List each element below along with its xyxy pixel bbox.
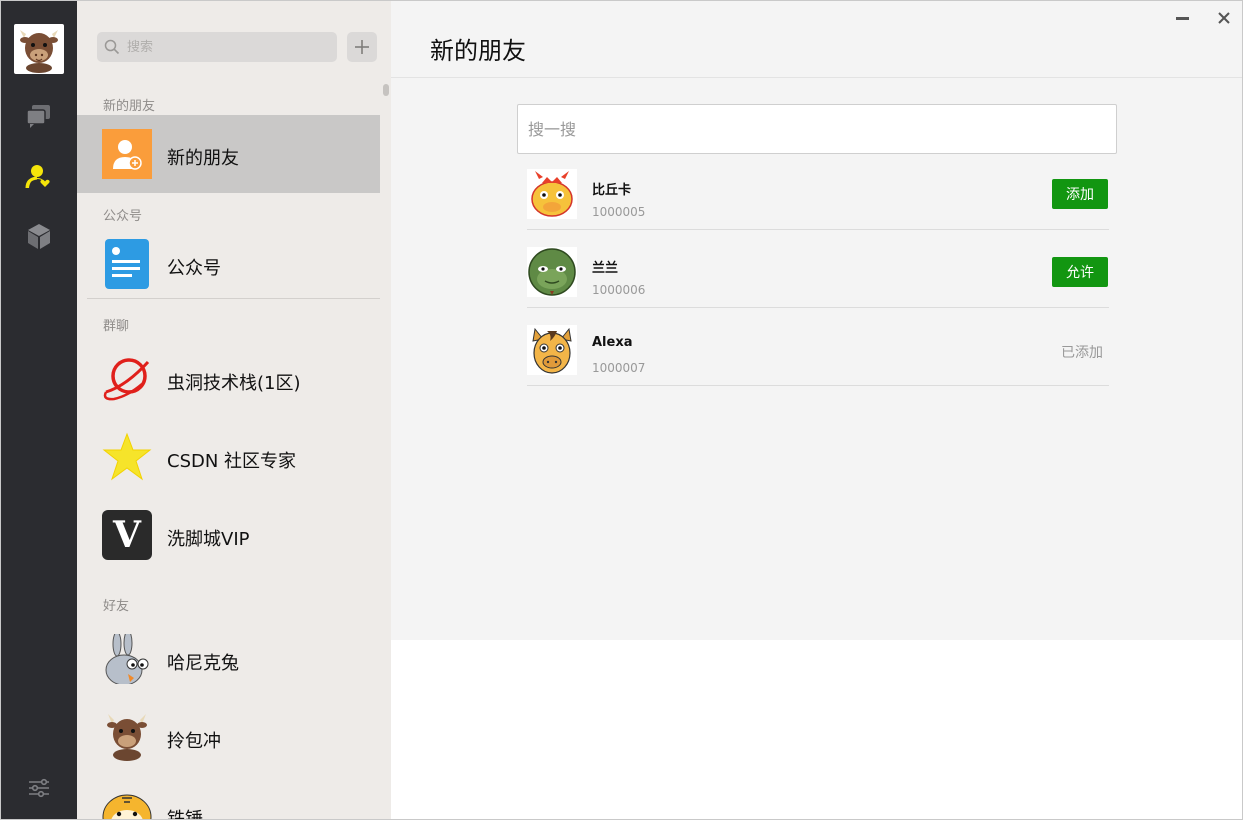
add-friend-button[interactable]: 添加: [1052, 179, 1108, 209]
turtle-avatar-icon: [528, 248, 576, 296]
friend-search-input[interactable]: [518, 105, 1116, 153]
request-avatar: [527, 169, 577, 219]
list-item-label: 公众号: [167, 258, 221, 279]
list-item-friend[interactable]: 拎包冲: [77, 698, 380, 776]
list-item-label: CSDN 社区专家: [167, 451, 297, 472]
section-label-friends: 好友: [103, 599, 130, 614]
list-item-label: 哈尼克兔: [167, 653, 239, 674]
page-title: 新的朋友: [430, 37, 526, 65]
allow-friend-button[interactable]: 允许: [1052, 257, 1108, 287]
new-friends-avatar: [102, 129, 152, 179]
chat-nav-button[interactable]: [24, 101, 54, 131]
mini-program-nav-button[interactable]: [24, 221, 54, 251]
settings-nav-button[interactable]: [24, 773, 54, 803]
main-panel: 新的朋友 搜一搜 比丘卡 1000005 添加 兰兰 1000006 允许 Al…: [391, 1, 1242, 819]
request-avatar: [527, 325, 577, 375]
vip-logo: V: [102, 510, 152, 560]
cow-avatar-icon: [107, 714, 147, 761]
row-divider: [527, 307, 1109, 308]
request-id: 1000007: [592, 361, 646, 375]
my-avatar[interactable]: [14, 24, 64, 74]
contacts-icon: [25, 165, 50, 189]
chat-icon: [26, 105, 50, 128]
minimize-icon: [1176, 17, 1189, 20]
list-scrollbar[interactable]: [383, 84, 389, 96]
cube-icon: [28, 224, 50, 249]
group-avatar: [102, 432, 152, 482]
close-icon: [1218, 12, 1230, 24]
section-label-official: 公众号: [103, 209, 143, 224]
list-item-friend[interactable]: 哈尼克兔: [77, 620, 380, 698]
list-item-group[interactable]: V 洗脚城VIP: [77, 496, 380, 574]
close-button[interactable]: [1215, 9, 1235, 29]
list-item-official-account[interactable]: 公众号: [77, 225, 380, 303]
plus-icon: [355, 40, 369, 54]
request-id: 1000005: [592, 205, 646, 219]
friend-avatar: [102, 712, 152, 762]
friend-avatar: [102, 790, 152, 819]
contact-search-input[interactable]: [127, 32, 327, 62]
add-button[interactable]: [347, 32, 377, 62]
star-icon: [102, 432, 152, 481]
list-item-friend[interactable]: 铁锤: [77, 776, 380, 820]
search-icon: [104, 39, 120, 55]
add-friend-icon: [102, 129, 152, 179]
list-item-label: 铁锤: [167, 809, 203, 820]
request-name: 兰兰: [592, 261, 619, 276]
section-divider: [87, 298, 380, 299]
friend-search-box: [517, 104, 1117, 154]
minimize-button[interactable]: [1173, 9, 1193, 29]
app-window: 新的朋友 新的朋友 公众号: [0, 0, 1243, 820]
dragon-avatar-icon: [531, 171, 573, 217]
contacts-nav-button[interactable]: [24, 161, 54, 191]
tiger-avatar-icon: [102, 794, 152, 819]
request-id: 1000006: [592, 283, 646, 297]
group-avatar: [102, 354, 152, 404]
list-item-new-friends[interactable]: 新的朋友: [77, 115, 380, 193]
list-item-group[interactable]: 虫洞技术栈(1区): [77, 340, 380, 418]
request-name: 比丘卡: [592, 183, 632, 198]
rabbit-avatar-icon: [105, 630, 149, 686]
list-item-label: 新的朋友: [167, 148, 239, 169]
row-divider: [527, 229, 1109, 230]
horse-avatar-icon: [532, 327, 572, 374]
request-name: Alexa: [592, 335, 633, 350]
friend-request-row: 比丘卡 1000005 添加: [527, 164, 1109, 242]
list-item-group[interactable]: CSDN 社区专家: [77, 418, 380, 496]
friend-avatar: [102, 630, 152, 686]
list-item-label: 虫洞技术栈(1区): [167, 373, 301, 394]
contact-search-box: [97, 32, 337, 62]
request-avatar: [527, 247, 577, 297]
row-divider: [527, 385, 1109, 386]
article-icon: [105, 239, 149, 289]
friend-request-row: 兰兰 1000006 允许: [527, 242, 1109, 320]
added-status: 已添加: [1061, 345, 1103, 361]
friend-request-row: Alexa 1000007 已添加: [527, 320, 1109, 398]
official-account-avatar: [102, 239, 152, 289]
nav-rail: [1, 1, 77, 819]
list-item-label: 拎包冲: [167, 731, 221, 752]
planet-icon: [103, 358, 150, 401]
contact-list-panel: 新的朋友 新的朋友 公众号: [77, 1, 391, 820]
section-label-new-friends: 新的朋友: [103, 99, 156, 114]
settings-icon: [29, 778, 49, 798]
list-item-label: 洗脚城VIP: [167, 529, 250, 550]
section-label-groups: 群聊: [103, 319, 130, 334]
header-divider: [391, 77, 1242, 78]
